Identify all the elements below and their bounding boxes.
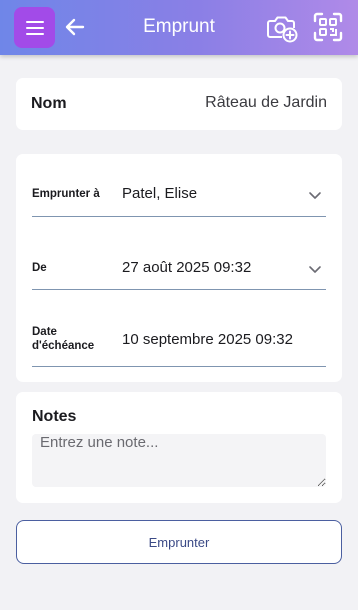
borrower-select[interactable]: Emprunter à Patel, Elise: [32, 154, 326, 217]
start-date-value: 27 août 2025 09:32: [122, 259, 252, 276]
borrower-value: Patel, Elise: [122, 185, 198, 202]
app-bar: Emprunt: [0, 0, 358, 55]
camera-add-button[interactable]: [265, 10, 299, 44]
qr-scan-button[interactable]: [311, 10, 345, 44]
camera-add-icon: [267, 16, 298, 43]
page-title: Emprunt: [143, 16, 215, 37]
notes-input[interactable]: [32, 434, 326, 487]
notes-card: Notes: [16, 392, 342, 503]
due-date-label: Date d'échéance: [32, 326, 95, 352]
borrow-details-card: Emprunter à Patel, Elise De 27 août 2025…: [16, 154, 342, 382]
item-name-value: Râteau de Jardin: [205, 94, 327, 111]
borrower-label: Emprunter à: [32, 188, 100, 200]
start-date-select[interactable]: De 27 août 2025 09:32: [32, 217, 326, 290]
due-date-field[interactable]: Date d'échéance 10 septembre 2025 09:32: [32, 290, 326, 367]
due-date-value: 10 septembre 2025 09:32: [122, 331, 293, 348]
item-name-card: Nom Râteau de Jardin: [16, 78, 342, 130]
borrow-button[interactable]: Emprunter: [16, 520, 342, 564]
chevron-down-icon: [309, 266, 321, 273]
notes-title: Notes: [32, 408, 77, 425]
chevron-down-icon: [309, 192, 321, 199]
qr-scan-icon: [313, 12, 343, 42]
item-name-label: Nom: [31, 95, 67, 112]
start-date-label: De: [32, 262, 47, 274]
